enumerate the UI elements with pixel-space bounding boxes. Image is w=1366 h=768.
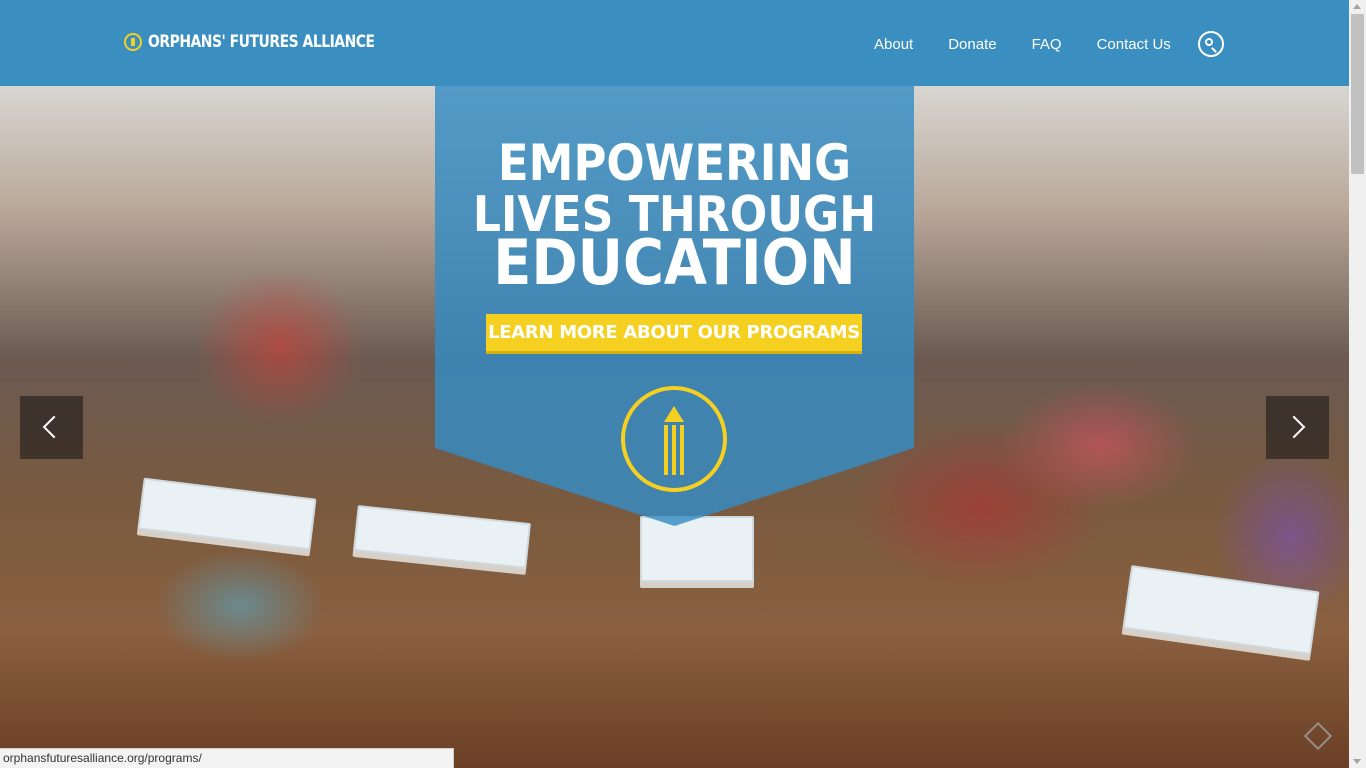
nav-faq[interactable]: FAQ [1032,36,1062,53]
main-nav: About Donate FAQ Contact Us [874,36,1206,53]
hero-slider: EMPOWERING LIVES THROUGH EDUCATION LEARN… [0,86,1349,768]
nav-contact-us[interactable]: Contact Us [1097,36,1171,53]
logo[interactable]: ORPHANS' FUTURES ALLIANCE [124,30,424,54]
chevron-right-icon [1282,415,1306,439]
logo-text: ORPHANS' FUTURES ALLIANCE [148,32,375,52]
headline-line-3: EDUCATION [493,226,856,299]
chevron-left-icon [42,415,66,439]
pencil-icon [621,386,727,492]
site-header: ORPHANS' FUTURES ALLIANCE About Donate F… [0,0,1349,86]
scroll-down-arrow-icon[interactable] [1353,759,1361,764]
nav-donate[interactable]: Donate [948,36,996,53]
pencil-body [664,425,684,475]
learn-more-programs-button[interactable]: LEARN MORE ABOUT OUR PROGRAMS [486,314,862,354]
scroll-thumb[interactable] [1351,14,1364,174]
book-image [137,477,317,551]
search-icon[interactable] [1198,31,1224,57]
nav-about[interactable]: About [874,36,913,53]
vertical-scrollbar[interactable] [1349,0,1366,768]
book-image [1122,565,1320,655]
book-image [640,516,754,582]
browser-status-bar: orphansfuturesalliance.org/programs/ [0,748,454,768]
scroll-up-arrow-icon[interactable] [1353,4,1361,9]
hero-banner: EMPOWERING LIVES THROUGH EDUCATION LEARN… [435,86,914,526]
pencil-tip [664,406,684,422]
book-image [353,505,531,569]
headline-line-1: EMPOWERING [497,134,852,192]
logo-icon [124,33,142,51]
slider-prev-button[interactable] [20,396,83,459]
slider-next-button[interactable] [1266,396,1329,459]
